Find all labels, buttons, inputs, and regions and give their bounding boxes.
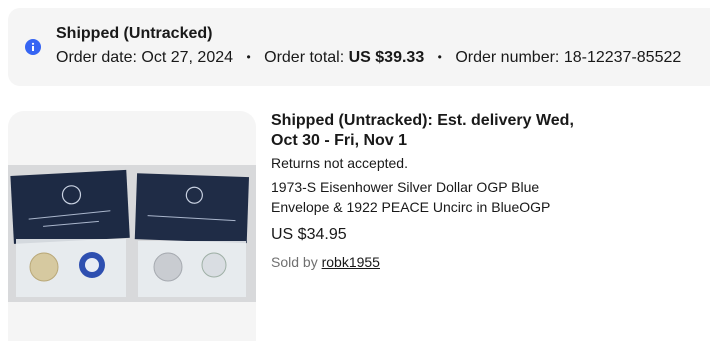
order-status-card: Shipped (Untracked) Order date: Oct 27, … (8, 8, 710, 86)
order-status-title: Shipped (Untracked) (56, 25, 213, 42)
order-number-label: Order number: (455, 49, 560, 66)
item-price: US $34.95 (271, 226, 347, 243)
separator: • (246, 50, 251, 64)
order-total-label: Order total: (264, 49, 345, 66)
order-date-label: Order date: (56, 49, 137, 66)
returns-policy: Returns not accepted. (271, 155, 408, 171)
order-total-value: US $39.33 (348, 49, 425, 66)
order-number-value: 18-12237-85522 (563, 49, 682, 66)
item-title[interactable]: 1973-S Eisenhower Silver Dollar OGP Blue… (271, 177, 571, 217)
separator: • (437, 50, 442, 64)
sold-by-label: Sold by (271, 254, 318, 270)
seller-info: Sold by robk1955 (271, 253, 701, 271)
item-thumbnail[interactable] (8, 111, 256, 341)
seller-link[interactable]: robk1955 (322, 254, 380, 270)
item-details: Shipped (Untracked): Est. delivery Wed, … (271, 111, 701, 271)
item-photo (8, 165, 256, 302)
order-meta: Order date: Oct 27, 2024 • Order total: … (56, 49, 681, 67)
order-date-value: Oct 27, 2024 (141, 49, 234, 66)
delivery-estimate: Shipped (Untracked): Est. delivery Wed, … (271, 112, 574, 149)
info-icon (25, 39, 41, 55)
